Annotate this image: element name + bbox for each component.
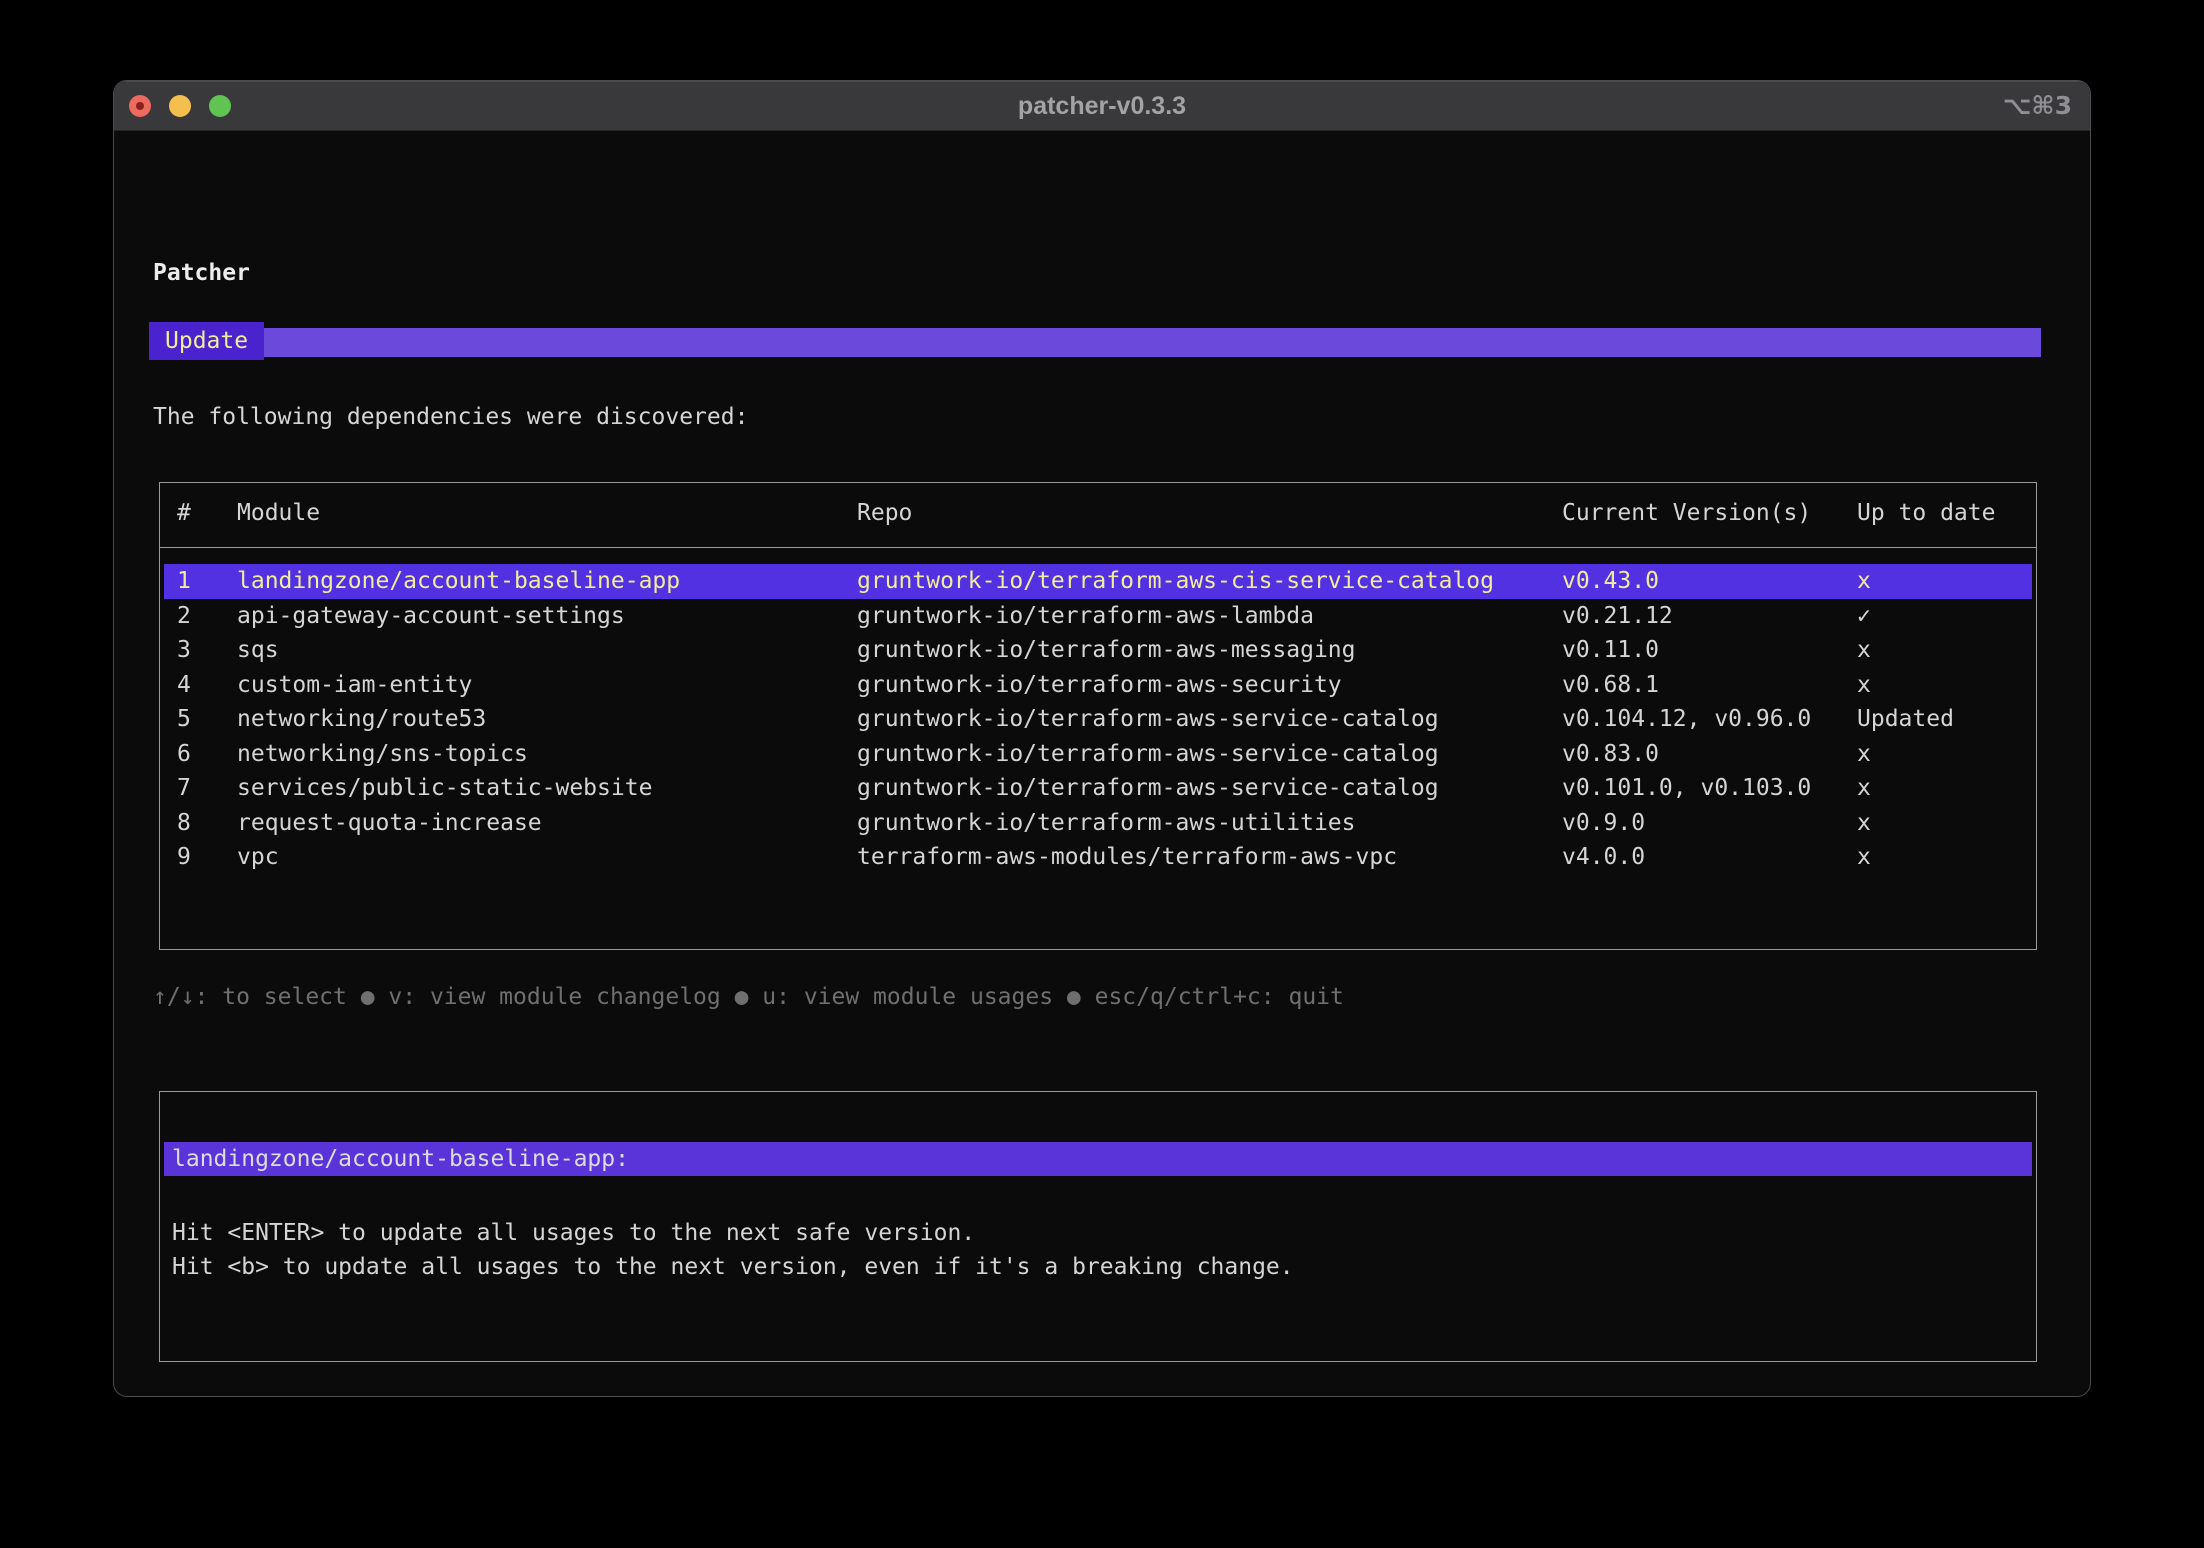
- row-num: 3: [177, 637, 237, 663]
- table-row[interactable]: 8request-quota-increasegruntwork-io/terr…: [164, 806, 2032, 841]
- row-repo: terraform-aws-modules/terraform-aws-vpc: [857, 844, 1562, 870]
- row-version: v0.83.0: [1562, 741, 1857, 767]
- row-version: v0.11.0: [1562, 637, 1857, 663]
- row-module: request-quota-increase: [237, 810, 857, 836]
- intro-text: The following dependencies were discover…: [153, 404, 748, 430]
- table-row[interactable]: 6networking/sns-topicsgruntwork-io/terra…: [164, 737, 2032, 772]
- column-header-uptodate: Up to date: [1857, 500, 2032, 526]
- row-repo: gruntwork-io/terraform-aws-cis-service-c…: [857, 568, 1562, 594]
- row-version: v0.101.0, v0.103.0: [1562, 775, 1857, 801]
- detail-instruction-breaking: Hit <b> to update all usages to the next…: [172, 1254, 1294, 1280]
- row-module: api-gateway-account-settings: [237, 603, 857, 629]
- row-module: landingzone/account-baseline-app: [237, 568, 857, 594]
- row-num: 2: [177, 603, 237, 629]
- tab-bar-track: [149, 328, 2041, 357]
- row-version: v0.43.0: [1562, 568, 1857, 594]
- tab-bar: Update: [149, 322, 2041, 360]
- app-window: patcher-v0.3.3 ⌥⌘3 Patcher Update The fo…: [113, 80, 2091, 1397]
- row-version: v0.21.12: [1562, 603, 1857, 629]
- column-header-module: Module: [237, 500, 857, 526]
- row-num: 4: [177, 672, 237, 698]
- row-status: x: [1857, 741, 2032, 767]
- table-rows: 1landingzone/account-baseline-appgruntwo…: [164, 564, 2032, 875]
- row-repo: gruntwork-io/terraform-aws-lambda: [857, 603, 1562, 629]
- row-module: services/public-static-website: [237, 775, 857, 801]
- row-status: x: [1857, 568, 2032, 594]
- row-version: v0.68.1: [1562, 672, 1857, 698]
- row-module: networking/sns-topics: [237, 741, 857, 767]
- row-repo: gruntwork-io/terraform-aws-service-catal…: [857, 741, 1562, 767]
- window-title: patcher-v0.3.3: [114, 81, 2090, 131]
- row-num: 8: [177, 810, 237, 836]
- column-header-repo: Repo: [857, 500, 1562, 526]
- row-status: x: [1857, 810, 2032, 836]
- row-version: v4.0.0: [1562, 844, 1857, 870]
- row-status: x: [1857, 637, 2032, 663]
- row-repo: gruntwork-io/terraform-aws-utilities: [857, 810, 1562, 836]
- row-status: x: [1857, 672, 2032, 698]
- row-num: 1: [177, 568, 237, 594]
- table-row[interactable]: 3sqsgruntwork-io/terraform-aws-messaging…: [164, 633, 2032, 668]
- row-num: 5: [177, 706, 237, 732]
- row-repo: gruntwork-io/terraform-aws-service-catal…: [857, 706, 1562, 732]
- row-module: sqs: [237, 637, 857, 663]
- row-num: 6: [177, 741, 237, 767]
- module-detail-panel: landingzone/account-baseline-app: Hit <E…: [159, 1091, 2037, 1362]
- row-version: v0.9.0: [1562, 810, 1857, 836]
- row-repo: gruntwork-io/terraform-aws-service-catal…: [857, 775, 1562, 801]
- dependencies-table: # Module Repo Current Version(s) Up to d…: [159, 482, 2037, 950]
- table-row[interactable]: 5networking/route53gruntwork-io/terrafor…: [164, 702, 2032, 737]
- row-status: x: [1857, 775, 2032, 801]
- column-header-num: #: [177, 500, 237, 526]
- row-status: ✓: [1857, 603, 2032, 629]
- row-repo: gruntwork-io/terraform-aws-security: [857, 672, 1562, 698]
- table-header: # Module Repo Current Version(s) Up to d…: [164, 498, 2032, 528]
- header-separator: [160, 547, 2036, 548]
- table-row[interactable]: 7services/public-static-websitegruntwork…: [164, 771, 2032, 806]
- row-module: custom-iam-entity: [237, 672, 857, 698]
- row-status: x: [1857, 844, 2032, 870]
- table-row[interactable]: 1landingzone/account-baseline-appgruntwo…: [164, 564, 2032, 599]
- selected-module-header: landingzone/account-baseline-app:: [164, 1142, 2032, 1176]
- row-module: networking/route53: [237, 706, 857, 732]
- row-version: v0.104.12, v0.96.0: [1562, 706, 1857, 732]
- row-num: 9: [177, 844, 237, 870]
- tab-update[interactable]: Update: [149, 322, 264, 360]
- table-row[interactable]: 2api-gateway-account-settingsgruntwork-i…: [164, 599, 2032, 634]
- window-shortcut-badge: ⌥⌘3: [2003, 81, 2072, 131]
- table-row[interactable]: 4custom-iam-entitygruntwork-io/terraform…: [164, 668, 2032, 703]
- row-status: Updated: [1857, 706, 2032, 732]
- row-repo: gruntwork-io/terraform-aws-messaging: [857, 637, 1562, 663]
- detail-instruction-enter: Hit <ENTER> to update all usages to the …: [172, 1220, 975, 1246]
- terminal-content: Patcher Update The following dependencie…: [114, 132, 2090, 1396]
- column-header-version: Current Version(s): [1562, 500, 1857, 526]
- table-row[interactable]: 9vpcterraform-aws-modules/terraform-aws-…: [164, 840, 2032, 875]
- window-titlebar[interactable]: patcher-v0.3.3 ⌥⌘3: [114, 81, 2090, 131]
- keybinding-help: ↑/↓: to select ● v: view module changelo…: [153, 984, 1344, 1010]
- page-title: Patcher: [153, 260, 250, 286]
- row-num: 7: [177, 775, 237, 801]
- row-module: vpc: [237, 844, 857, 870]
